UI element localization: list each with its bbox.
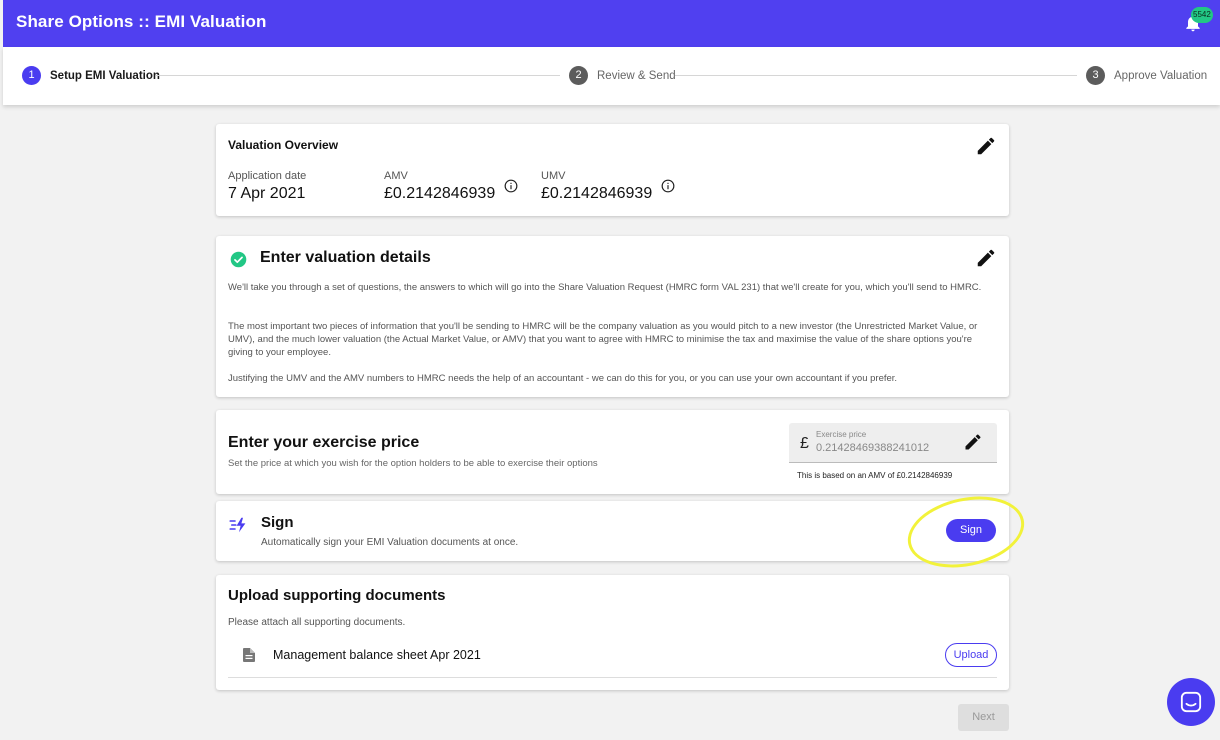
valuation-details-card: Enter valuation details We'll take you t… <box>216 236 1009 397</box>
step-label: Review & Send <box>597 69 676 82</box>
umv-value: £0.2142846939 <box>541 185 653 202</box>
description-paragraph: Justifying the UMV and the AMV numbers t… <box>228 373 898 384</box>
umv-info-icon[interactable] <box>661 179 675 193</box>
umv-group: UMV £0.2142846939 <box>541 170 652 203</box>
exercise-price-value: 0.21428469388241012 <box>816 442 930 454</box>
sign-subtitle: Automatically sign your EMI Valuation do… <box>261 537 519 548</box>
step-label: Approve Valuation <box>1114 69 1208 82</box>
sign-button[interactable]: Sign <box>946 519 996 542</box>
step-label: Setup EMI Valuation <box>50 69 160 82</box>
exercise-price-title: Enter your exercise price <box>228 434 420 451</box>
application-date-value: 7 Apr 2021 <box>228 185 306 202</box>
upload-documents-card: Upload supporting documents Please attac… <box>216 575 1009 690</box>
divider <box>228 677 997 678</box>
valuation-overview-card: Valuation Overview Application date 7 Ap… <box>216 124 1009 216</box>
valuation-details-title: Enter valuation details <box>260 249 431 266</box>
pencil-icon <box>977 249 995 267</box>
umv-label: UMV <box>541 170 566 182</box>
exercise-price-note: This is based on an AMV of £0.2142846939 <box>797 471 953 480</box>
next-button[interactable]: Next <box>958 704 1009 731</box>
upload-button[interactable]: Upload <box>945 643 997 667</box>
check-circle-icon <box>230 251 247 268</box>
step-setup-emi-valuation[interactable]: 1 Setup EMI Valuation <box>22 66 160 85</box>
step-connector <box>156 75 560 76</box>
document-icon <box>243 648 255 662</box>
top-app-bar: Share Options :: EMI Valuation <box>3 0 1220 47</box>
step-number: 2 <box>569 66 588 85</box>
overview-title: Valuation Overview <box>228 138 339 152</box>
document-name: Management balance sheet Apr 2021 <box>273 648 481 662</box>
notification-badge: 5542 <box>1191 7 1213 23</box>
upload-subtitle: Please attach all supporting documents. <box>228 617 406 628</box>
description-paragraph: We'll take you through a set of question… <box>228 282 982 293</box>
pencil-icon <box>965 434 981 450</box>
step-connector <box>675 75 1077 76</box>
exercise-price-subtitle: Set the price at which you wish for the … <box>228 458 598 469</box>
sign-card: Sign Automatically sign your EMI Valuati… <box>216 501 1009 561</box>
edit-exercise-price-button[interactable] <box>963 432 983 452</box>
exercise-price-card: Enter your exercise price Set the price … <box>216 410 1009 494</box>
exercise-price-field-label: Exercise price <box>816 430 867 439</box>
amv-label: AMV <box>384 170 408 182</box>
step-number: 1 <box>22 66 41 85</box>
sign-title: Sign <box>261 514 294 531</box>
stepper: 1 Setup EMI Valuation 2 Review & Send 3 … <box>3 47 1220 105</box>
amv-info-icon[interactable] <box>504 179 518 193</box>
chat-icon <box>1180 691 1202 713</box>
application-date-group: Application date 7 Apr 2021 <box>228 170 306 203</box>
edit-valuation-details-button[interactable] <box>975 247 997 269</box>
page-title: Share Options :: EMI Valuation <box>16 12 267 31</box>
lightning-sign-icon <box>229 517 246 533</box>
pencil-icon <box>977 137 995 155</box>
currency-symbol: £ <box>800 435 809 452</box>
upload-title: Upload supporting documents <box>228 587 446 604</box>
description-paragraph: The most important two pieces of informa… <box>228 321 978 358</box>
exercise-price-input[interactable]: £ Exercise price 0.21428469388241012 <box>789 423 997 463</box>
step-number: 3 <box>1086 66 1105 85</box>
step-review-send[interactable]: 2 Review & Send <box>569 66 676 85</box>
amv-value: £0.2142846939 <box>384 185 496 202</box>
edit-overview-button[interactable] <box>975 135 997 157</box>
chat-launcher-button[interactable] <box>1167 678 1215 726</box>
application-date-label: Application date <box>228 170 307 182</box>
step-approve-valuation[interactable]: 3 Approve Valuation <box>1086 66 1207 85</box>
amv-group: AMV £0.2142846939 <box>384 170 495 203</box>
